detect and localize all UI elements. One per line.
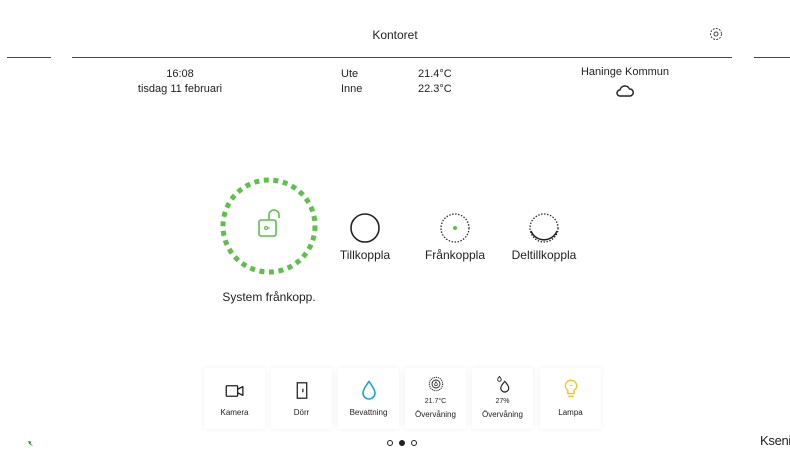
tile-irrigation[interactable]: Bevattning: [338, 368, 399, 429]
tile-label: Bevattning: [349, 408, 388, 417]
camera-icon: [225, 385, 244, 397]
tile-label: Övervåning: [415, 410, 456, 419]
page-dot-active[interactable]: [399, 440, 405, 446]
page-title: Kontoret: [372, 28, 418, 42]
system-status-label: System frånkopp.: [222, 290, 316, 304]
water-drop-icon: [361, 380, 376, 400]
inside-temperature: 22.3°C: [418, 83, 452, 95]
tile-lamp[interactable]: Lampa: [540, 368, 601, 429]
unlocked-padlock-icon: [258, 209, 280, 237]
disarm-label: Frånkoppla: [424, 248, 486, 262]
tile-value: 21.7°C: [424, 398, 447, 405]
clock-date: tisdag 11 februari: [137, 83, 223, 95]
arm-button[interactable]: [349, 212, 381, 244]
clock-time: 16:08: [166, 68, 194, 80]
arm-label: Tillkoppla: [339, 248, 391, 262]
status-indicator-icon: [27, 440, 34, 447]
cloud-icon: [616, 85, 634, 97]
outside-label: Ute: [341, 68, 359, 80]
disarm-button[interactable]: [439, 212, 471, 244]
tile-label: Övervåning: [482, 410, 523, 419]
tile-thermostat[interactable]: 21.7°C Övervåning: [405, 368, 466, 429]
header-divider-left: [7, 57, 51, 58]
tile-value: 27%: [495, 398, 510, 405]
door-icon: [296, 382, 307, 399]
partial-arm-label: Deltillkoppla: [511, 248, 577, 262]
tile-door[interactable]: Dörr: [271, 368, 332, 429]
header-divider-right: [754, 57, 790, 58]
tile-label: Kamera: [220, 408, 249, 417]
tile-humidity[interactable]: 27% Övervåning: [472, 368, 533, 429]
gear-icon[interactable]: [708, 26, 724, 42]
tile-label: Lampa: [558, 408, 583, 417]
partial-arm-button[interactable]: [528, 212, 560, 244]
page-dot[interactable]: [387, 440, 393, 446]
tile-label: Dörr: [293, 408, 310, 417]
thermostat-icon: [428, 376, 443, 392]
brand-logo: Ksenia: [760, 433, 790, 448]
page-dot[interactable]: [411, 440, 417, 446]
inside-label: Inne: [341, 83, 363, 95]
lamp-icon: [564, 379, 577, 397]
tile-camera[interactable]: Kamera: [204, 368, 265, 429]
weather-location: Haninge Kommun: [580, 66, 670, 78]
humidity-icon: [496, 375, 509, 393]
outside-temperature: 21.4°C: [418, 68, 452, 80]
header-divider: [72, 57, 732, 58]
